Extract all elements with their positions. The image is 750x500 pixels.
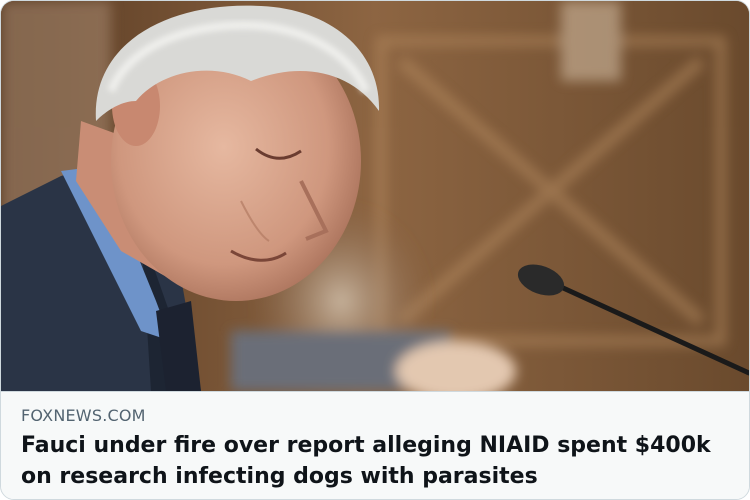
link-preview-card[interactable]: FOXNEWS.COM Fauci under fire over report… <box>0 0 750 500</box>
source-domain: FOXNEWS.COM <box>21 406 146 425</box>
article-headline[interactable]: Fauci under fire over report alleging NI… <box>21 430 721 492</box>
photo-illustration <box>1 1 749 391</box>
link-preview-meta[interactable]: FOXNEWS.COM Fauci under fire over report… <box>1 391 749 499</box>
article-photo[interactable] <box>1 1 749 391</box>
